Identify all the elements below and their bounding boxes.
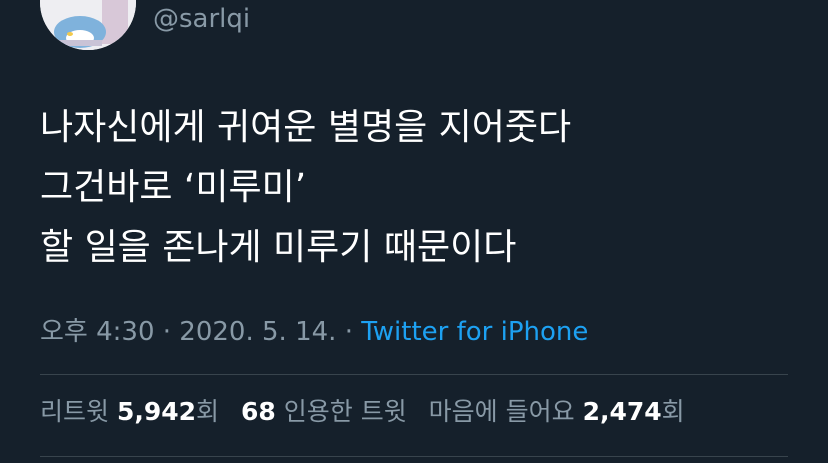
retweets-label: 리트윗 (40, 397, 110, 426)
user-handle[interactable]: @sarlqi (153, 4, 250, 34)
meta-separator: · (162, 317, 172, 347)
meta-separator: · (344, 317, 353, 347)
tweet-line: 나자신에게 귀여운 별명을 지어줏다 (40, 107, 572, 148)
tweet-line: 그건바로 ‘미루미’ (40, 167, 307, 208)
tweet-line: 할 일을 존나게 미루기 때문이다 (40, 227, 517, 268)
likes-stat[interactable]: 마음에 들어요 2,474회 (429, 397, 685, 426)
likes-label: 마음에 들어요 (428, 397, 575, 426)
tweet-date: 2020. 5. 14. (179, 317, 337, 347)
tweet-source-link[interactable]: Twitter for iPhone (361, 317, 588, 347)
tweet-time: 오후 4:30 (40, 317, 155, 347)
quotes-count: 68 (241, 397, 276, 426)
retweets-count: 5,942 (116, 397, 197, 426)
tweet-stats: 리트윗 5,942회 68 인용한 트윗 마음에 들어요 2,474회 (40, 396, 699, 428)
divider (40, 456, 788, 457)
quotes-label: 인용한 트윗 (283, 397, 407, 426)
quote-tweets-stat[interactable]: 68 인용한 트윗 (241, 397, 407, 426)
likes-suffix: 회 (661, 397, 685, 426)
retweets-stat[interactable]: 리트윗 5,942회 (40, 397, 219, 426)
likes-count: 2,474 (582, 397, 662, 426)
avatar[interactable] (40, 0, 136, 50)
retweets-suffix: 회 (196, 397, 220, 426)
tweet-metadata: 오후 4:30 · 2020. 5. 14. · Twitter for iPh… (40, 316, 588, 348)
divider (40, 374, 788, 375)
tweet-detail: @sarlqi 나자신에게 귀여운 별명을 지어줏다 그건바로 ‘미루미’ 할 … (0, 0, 828, 463)
tweet-text: 나자신에게 귀여운 별명을 지어줏다 그건바로 ‘미루미’ 할 일을 존나게 미… (40, 98, 800, 278)
penguin-plush-icon (40, 0, 136, 50)
